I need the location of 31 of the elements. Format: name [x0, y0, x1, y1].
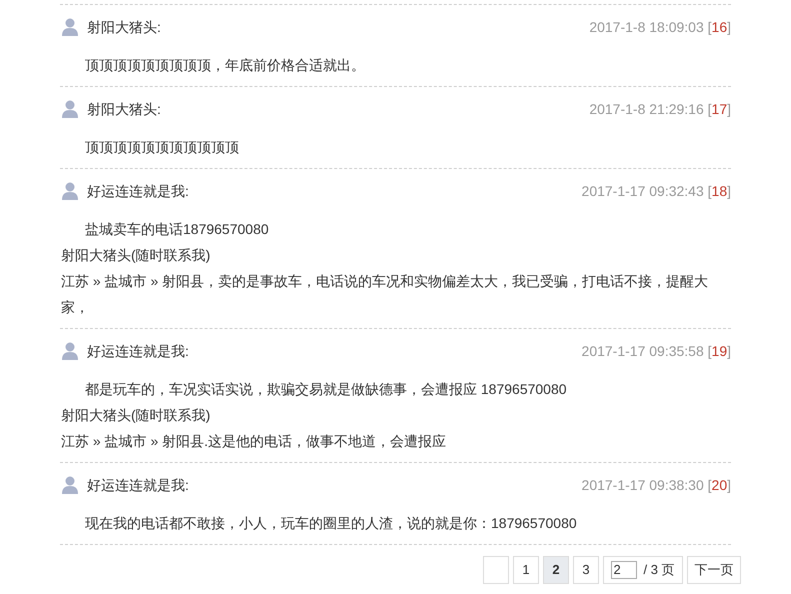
post-text: 射阳大猪头(随时联系我): [60, 246, 212, 265]
blank-page-button[interactable]: [483, 556, 509, 584]
user-icon: [62, 100, 78, 118]
author-name: 好运连连就是我:: [87, 476, 189, 494]
post-time: 2017-1-8 18:09:03 [16]: [589, 18, 731, 37]
page-input[interactable]: 2: [611, 561, 638, 579]
post-time: 2017-1-8 21:29:16 [17]: [589, 100, 731, 119]
author-name: 好运连连就是我:: [87, 342, 189, 360]
author-name: 好运连连就是我:: [87, 182, 189, 200]
post-text: 顶顶顶顶顶顶顶顶顶顶顶: [84, 138, 240, 157]
post-text: 顶顶顶顶顶顶顶顶顶，年底前价格合适就出。: [84, 56, 366, 75]
post-text: 盐城卖车的电话18796570080: [84, 220, 270, 239]
page-button[interactable]: 1: [513, 556, 539, 584]
post-time: 2017-1-17 09:32:43 [18]: [582, 182, 731, 201]
user-icon: [62, 342, 78, 360]
post-text: 现在我的电话都不敢接，小人，玩车的圈里的人渣，说的就是你：18796570080: [84, 514, 578, 533]
author-name: 射阳大猪头:: [87, 18, 161, 36]
post-time: 2017-1-17 09:35:58 [19]: [582, 342, 731, 361]
post-text: 都是玩车的，车况实话实说，欺骗交易就是做缺德事，会遭报应 18796570080: [84, 380, 568, 399]
user-icon: [62, 476, 78, 494]
page-button[interactable]: 3: [573, 556, 599, 584]
post-time: 2017-1-17 09:38:30 [20]: [582, 476, 731, 495]
post-text: 射阳大猪头(随时联系我): [60, 406, 212, 425]
author-name: 射阳大猪头:: [87, 100, 161, 118]
user-icon: [62, 182, 78, 200]
next-page-button[interactable]: 下一页: [687, 556, 741, 584]
post-text: 江苏 » 盐城市 » 射阳县，卖的是事故车，电话说的车况和实物偏差太大，我已受骗，打电话不接，提醒大家，: [60, 272, 710, 317]
page-button[interactable]: 2: [543, 556, 569, 584]
user-icon: [62, 18, 78, 36]
page-total: / 3 页: [643, 561, 675, 580]
post-text: 江苏 » 盐城市 » 射阳县.这是他的电话，做事不地道，会遭报应: [60, 432, 448, 451]
